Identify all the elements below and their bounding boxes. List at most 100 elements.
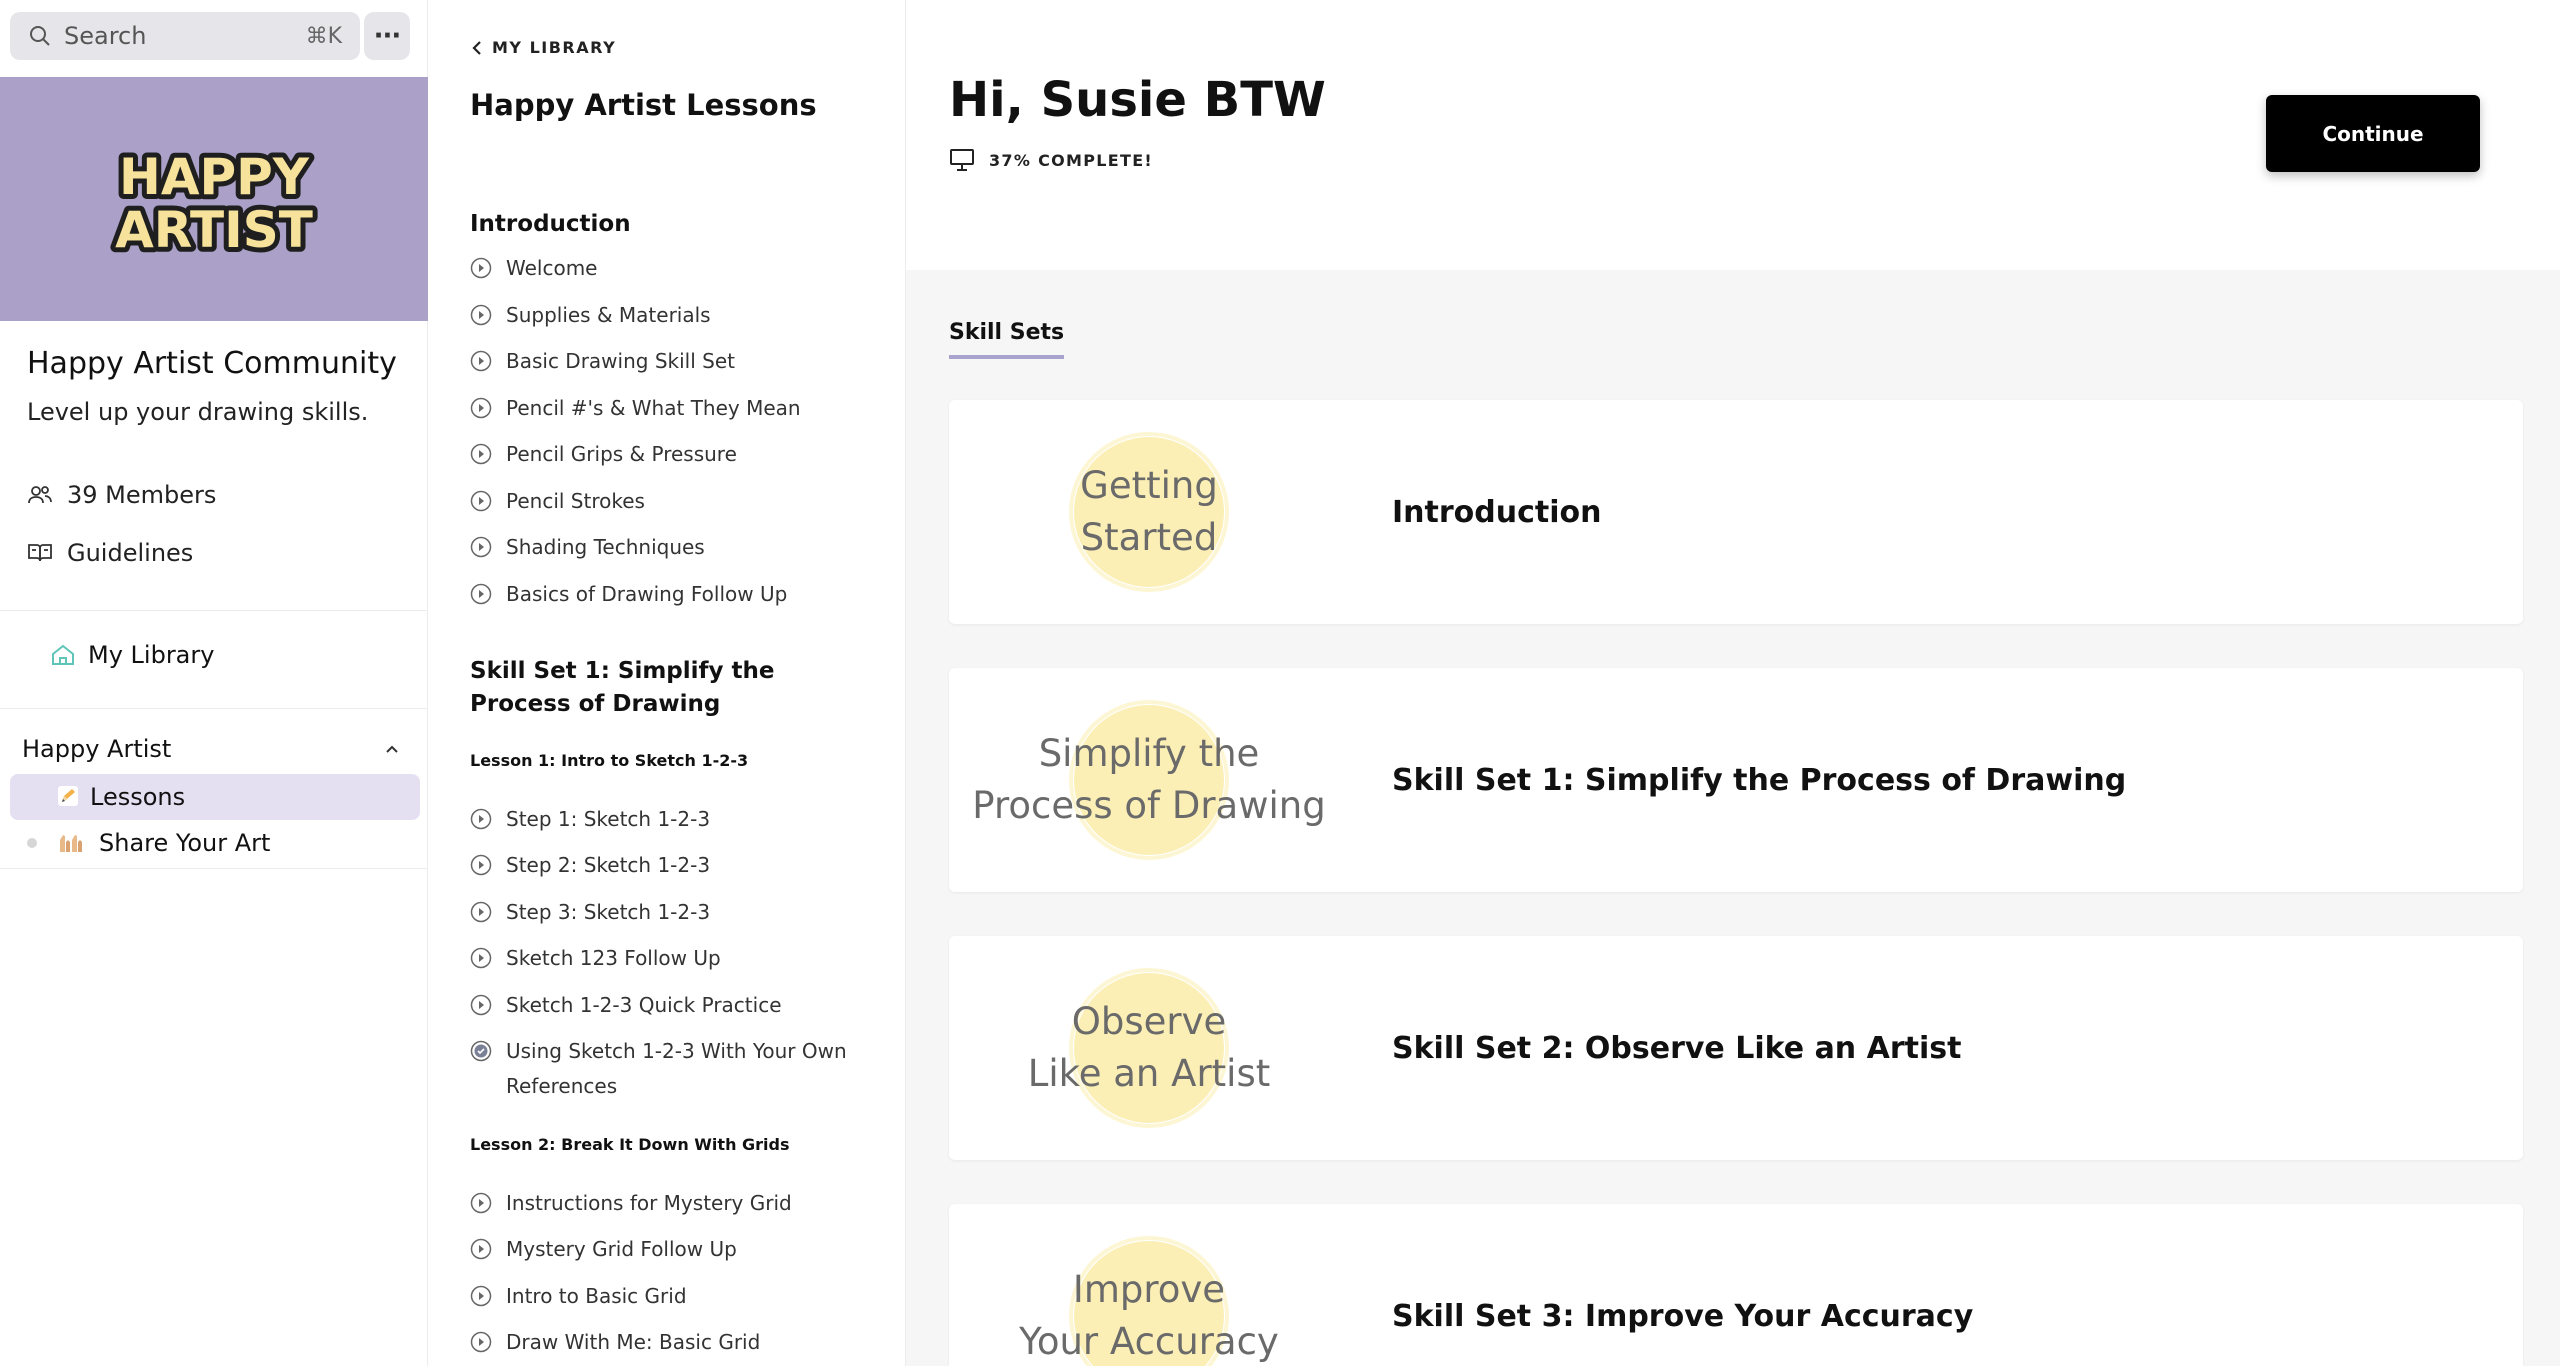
guidelines-label: Guidelines xyxy=(67,539,194,567)
happy-artist-logo: HAPPY ARTIST xyxy=(110,143,318,259)
lesson-item[interactable]: Step 1: Sketch 1-2-3 xyxy=(470,802,880,837)
skill-set-card[interactable]: Getting Started Introduction xyxy=(949,400,2523,624)
sidebar-divider xyxy=(0,708,428,709)
my-library-link[interactable]: My Library xyxy=(50,641,214,669)
lesson-item[interactable]: Sketch 123 Follow Up xyxy=(470,941,880,976)
guidelines-link[interactable]: Guidelines xyxy=(27,539,193,567)
lesson-item-label: Step 3: Sketch 1-2-3 xyxy=(506,900,711,924)
play-circle-icon xyxy=(470,583,492,605)
play-circle-icon xyxy=(470,947,492,969)
lesson-item[interactable]: Pencil #'s & What They Mean xyxy=(470,391,880,426)
members-link[interactable]: 39 Members xyxy=(27,481,216,509)
chevron-left-icon xyxy=(472,40,481,55)
sidebar-item-label: Share Your Art xyxy=(99,829,271,857)
course-navigation: MY LIBRARY Happy Artist Lessons Introduc… xyxy=(428,0,906,1366)
play-circle-icon xyxy=(470,1331,492,1353)
users-icon xyxy=(28,486,52,504)
more-options-button[interactable]: ··· xyxy=(364,12,410,60)
lesson-item[interactable]: Draw With Me: Basic Grid xyxy=(470,1325,880,1360)
skill-set-card[interactable]: Observe Like an Artist Skill Set 2: Obse… xyxy=(949,936,2523,1160)
skill-set-card[interactable]: Simplify the Process of Drawing Skill Se… xyxy=(949,668,2523,892)
lesson-group-title: Lesson 2: Break It Down With Grids xyxy=(470,1135,790,1154)
lesson-item[interactable]: Intro to Basic Grid xyxy=(470,1279,880,1314)
play-circle-icon xyxy=(470,808,492,830)
search-icon xyxy=(30,26,50,46)
lesson-item-label: Instructions for Mystery Grid xyxy=(506,1191,792,1215)
monitor-icon xyxy=(950,149,974,171)
community-banner: HAPPY ARTIST xyxy=(0,77,428,321)
search-shortcut: ⌘K xyxy=(305,23,342,49)
lesson-item-label: Step 1: Sketch 1-2-3 xyxy=(506,807,711,831)
lesson-item[interactable]: Instructions for Mystery Grid xyxy=(470,1186,880,1221)
lesson-item[interactable]: Step 3: Sketch 1-2-3 xyxy=(470,895,880,930)
lesson-item-label: Basics of Drawing Follow Up xyxy=(506,582,788,606)
play-circle-icon xyxy=(470,304,492,326)
course-main: Hi, Susie BTW 37% COMPLETE! Continue Ski… xyxy=(906,0,2560,1366)
lesson-item-label: Using Sketch 1-2-3 With Your Own Referen… xyxy=(506,1039,847,1098)
course-title: Happy Artist Lessons xyxy=(470,88,817,122)
search-input[interactable]: Search ⌘K xyxy=(10,12,360,60)
lesson-item-label: Draw With Me: Basic Grid xyxy=(506,1330,761,1354)
lesson-item[interactable]: Sketch 1-2-3 Quick Practice xyxy=(470,988,880,1023)
book-icon xyxy=(28,544,52,562)
tab-skill-sets[interactable]: Skill Sets xyxy=(949,320,1065,359)
play-circle-icon xyxy=(470,901,492,923)
lesson-item-label: Pencil Grips & Pressure xyxy=(506,442,737,466)
play-circle-icon xyxy=(470,994,492,1016)
card-thumbnail-text: Getting Started xyxy=(1080,464,1218,559)
lesson-item-label: Shading Techniques xyxy=(506,535,705,559)
play-circle-icon xyxy=(470,854,492,876)
play-circle-icon xyxy=(470,490,492,512)
section-title-introduction: Introduction xyxy=(470,211,631,237)
play-circle-icon xyxy=(470,1285,492,1307)
card-title: Introduction xyxy=(1392,494,1602,530)
sidebar-item-share-your-art[interactable]: Share Your Art xyxy=(10,820,420,866)
lesson-item-label: Sketch 1-2-3 Quick Practice xyxy=(506,993,782,1017)
lesson-item[interactable]: Pencil Grips & Pressure xyxy=(470,437,880,472)
search-placeholder: Search xyxy=(64,22,147,50)
card-thumbnail: Improve Your Accuracy xyxy=(949,1204,1349,1366)
skill-set-card[interactable]: Improve Your Accuracy Skill Set 3: Impro… xyxy=(949,1204,2523,1366)
lesson-item[interactable]: Using Sketch 1-2-3 With Your Own Referen… xyxy=(470,1034,880,1104)
lesson-item[interactable]: Supplies & Materials xyxy=(470,298,880,333)
continue-button[interactable]: Continue xyxy=(2266,95,2480,172)
group-name: Happy Artist xyxy=(22,735,172,763)
play-circle-icon xyxy=(470,536,492,558)
play-circle-icon xyxy=(470,1238,492,1260)
check-circle-icon xyxy=(470,1040,492,1062)
progress-indicator: 37% COMPLETE! xyxy=(949,148,1153,172)
sidebar-divider xyxy=(0,868,428,869)
group-header-happy-artist[interactable]: Happy Artist xyxy=(22,735,402,763)
play-circle-icon xyxy=(470,443,492,465)
members-label: 39 Members xyxy=(67,481,217,509)
card-thumbnail-text: Improve Your Accuracy xyxy=(1019,1268,1279,1363)
chevron-up-icon[interactable] xyxy=(382,739,402,759)
lesson-item-label: Supplies & Materials xyxy=(506,303,711,327)
lesson-item[interactable]: Welcome xyxy=(470,251,880,286)
progress-label: 37% COMPLETE! xyxy=(989,150,1154,170)
welcome-header: Hi, Susie BTW 37% COMPLETE! Continue xyxy=(906,0,2560,270)
card-title: Skill Set 3: Improve Your Accuracy xyxy=(1392,1298,1974,1334)
play-circle-icon xyxy=(470,350,492,372)
lesson-item[interactable]: Pencil Strokes xyxy=(470,484,880,519)
lesson-item[interactable]: Mystery Grid Follow Up xyxy=(470,1232,880,1267)
lesson-item-label: Mystery Grid Follow Up xyxy=(506,1237,737,1261)
lesson-item[interactable]: Basics of Drawing Follow Up xyxy=(470,577,880,612)
lesson-item[interactable]: Step 2: Sketch 1-2-3 xyxy=(470,848,880,883)
card-title: Skill Set 2: Observe Like an Artist xyxy=(1392,1030,1962,1066)
lesson-item-label: Welcome xyxy=(506,256,598,280)
play-circle-icon xyxy=(470,257,492,279)
lesson-item[interactable]: Basic Drawing Skill Set xyxy=(470,344,880,379)
sidebar-item-lessons[interactable]: Lessons xyxy=(10,774,420,820)
card-thumbnail: Getting Started xyxy=(949,400,1349,624)
play-circle-icon xyxy=(470,1192,492,1214)
greeting-title: Hi, Susie BTW xyxy=(949,72,1326,128)
back-to-library-link[interactable]: MY LIBRARY xyxy=(470,38,616,57)
home-icon xyxy=(52,644,74,665)
community-name: Happy Artist Community xyxy=(27,346,397,381)
lesson-item[interactable]: Shading Techniques xyxy=(470,530,880,565)
section-title-skill-set-1: Skill Set 1: Simplify the Process of Dra… xyxy=(470,658,775,717)
card-thumbnail: Observe Like an Artist xyxy=(949,936,1349,1160)
lesson-group-title: Lesson 1: Intro to Sketch 1-2-3 xyxy=(470,751,749,770)
card-thumbnail-text: Observe Like an Artist xyxy=(1027,1000,1271,1095)
